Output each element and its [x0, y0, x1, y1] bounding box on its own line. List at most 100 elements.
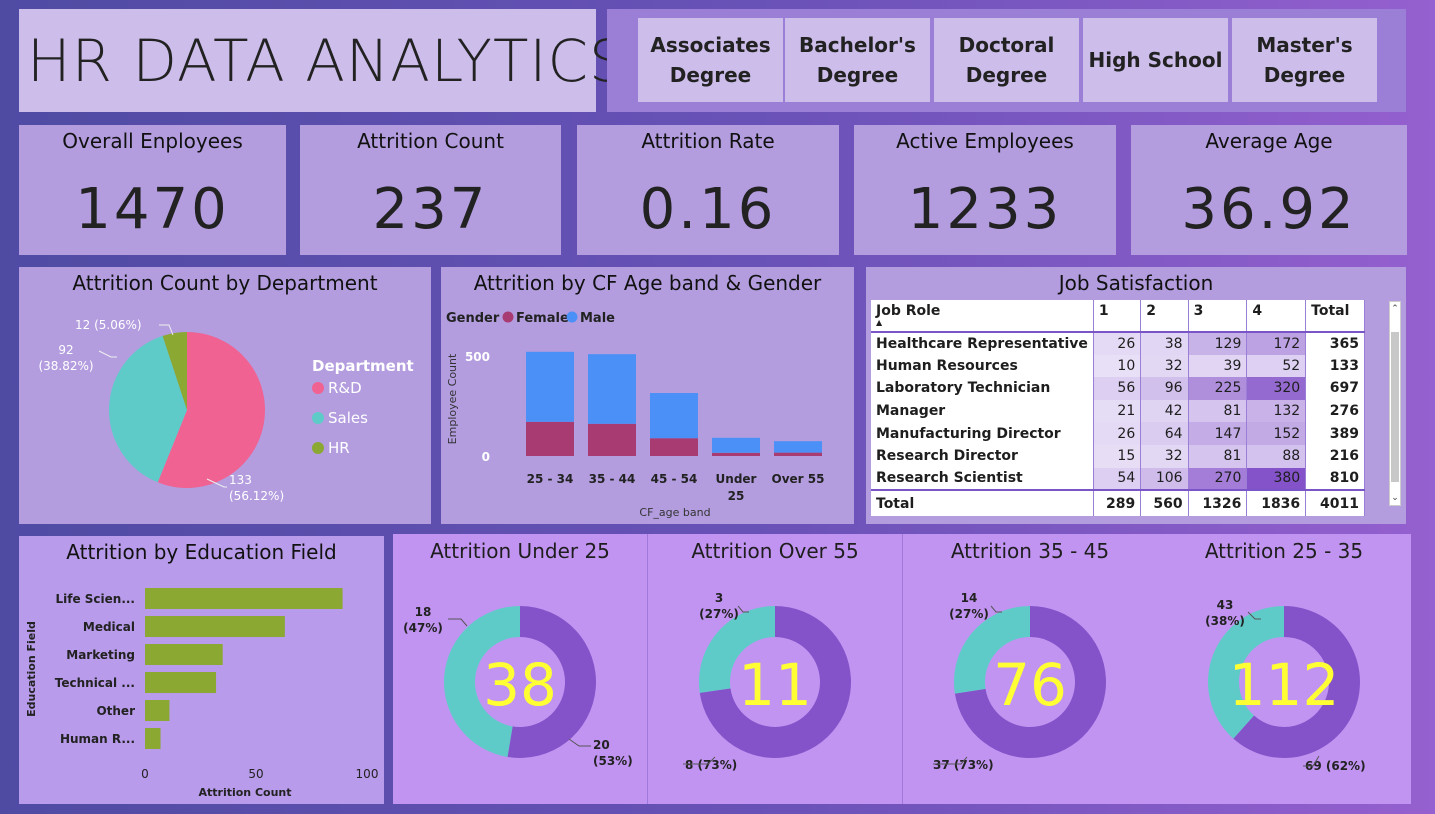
donut-label-primary: 37 (73%): [933, 758, 994, 772]
value-cell: 64: [1140, 422, 1189, 445]
table-total-row: Total 289 560 1326 1836 4011: [871, 489, 1365, 517]
y-tick-label: 500: [465, 350, 490, 364]
value-cell: 21: [1093, 399, 1142, 423]
donut-center-value: 76: [993, 651, 1067, 719]
donut-label-secondary: 14 (27%): [949, 591, 989, 621]
scroll-down-icon[interactable]: ⌄: [1390, 493, 1400, 503]
donut-label-primary: 20 (53%): [593, 738, 633, 768]
scroll-up-icon[interactable]: ⌃: [1390, 304, 1400, 314]
job-role-cell: Human Resources: [871, 354, 1094, 378]
scroll-thumb[interactable]: [1391, 332, 1399, 482]
label-leader-line: [990, 605, 1002, 613]
legend-marker-female: [502, 311, 514, 323]
value-cell: 129: [1188, 332, 1248, 355]
y-axis-label: Employee Count: [446, 353, 459, 444]
title-panel: HR DATA ANALYTICS: [19, 9, 626, 112]
donut-center-value: 112: [1229, 651, 1340, 719]
label-leader-line: [159, 324, 174, 336]
y-tick-label: Technical ...: [55, 676, 135, 690]
value-cell: 26: [1093, 422, 1142, 445]
job-role-cell: Healthcare Representative: [871, 332, 1094, 355]
education-field-panel: Attrition by Education Field Life Scien.…: [19, 536, 384, 804]
value-cell: 38: [1140, 332, 1189, 355]
job-satisfaction-panel: Job Satisfaction Job Role ▲ 1 2 3 4 Total Heal…: [866, 267, 1406, 524]
label-leader-line: [737, 605, 749, 613]
age-gender-panel: Attrition by CF Age band & Gender Gender…: [441, 267, 854, 524]
donut-label-secondary: 18 (47%): [403, 605, 443, 635]
table-row: Manager 21 42 81 132 276: [871, 399, 1365, 423]
slicer-doctoral-degree[interactable]: Doctoral Degree: [933, 17, 1080, 103]
table-header-2[interactable]: 2: [1140, 300, 1189, 332]
kpi-label: Attrition Rate: [641, 129, 775, 153]
legend-label: HR: [328, 439, 350, 457]
education-slicer: Associates Degree Bachelor's Degree Doct…: [607, 9, 1406, 112]
table-title: Job Satisfaction: [1058, 271, 1214, 295]
value-cell: 81: [1188, 444, 1248, 468]
row-total-cell: 697: [1305, 377, 1365, 400]
value-cell: 132: [1246, 399, 1307, 423]
x-tick-label: 25 - 34: [527, 472, 574, 486]
kpi-overall-employees: Overall Enployees 1470: [19, 125, 286, 255]
value-cell: 81: [1188, 399, 1248, 423]
table-row: Human Resources 10 32 39 52 133: [871, 354, 1365, 378]
x-tick-label: 35 - 44: [589, 472, 636, 486]
row-total-cell: 133: [1305, 354, 1365, 378]
kpi-value: 0.16: [639, 177, 777, 242]
kpi-label: Average Age: [1205, 129, 1333, 153]
x-axis-label: Attrition Count: [198, 786, 291, 799]
table-header-4[interactable]: 4: [1246, 300, 1307, 332]
job-role-cell: Research Director: [871, 444, 1094, 468]
value-cell: 42: [1140, 399, 1189, 423]
value-cell: 152: [1246, 422, 1307, 445]
bar-male-2: [650, 393, 698, 439]
value-cell: 172: [1246, 332, 1307, 355]
education-field-bar-chart: Life Scien... Medical Marketing Technical .…: [25, 588, 379, 799]
legend-label: R&D: [328, 379, 362, 397]
table-row: Research Scientist 54 106 270 380 810: [871, 467, 1365, 491]
value-cell: 32: [1140, 444, 1189, 468]
y-tick-label: Marketing: [66, 648, 135, 662]
value-cell: 320: [1246, 377, 1307, 400]
age-gender-bar-chart: Gender Female Male 0 500 Employee Count CF_age…: [446, 311, 824, 519]
x-tick-label: 45 - 54: [651, 472, 698, 486]
value-cell: 380: [1246, 467, 1307, 491]
bar-male-0: [526, 351, 574, 422]
legend-marker-male: [566, 311, 578, 323]
bar-female-3: [712, 452, 760, 456]
donut-center-value: 38: [483, 651, 557, 719]
value-cell: 88: [1246, 444, 1307, 468]
x-tick-label: Under 25: [716, 472, 757, 503]
row-total-cell: 365: [1305, 332, 1365, 355]
edu-bar-4: [145, 700, 170, 721]
value-cell: 32: [1140, 354, 1189, 378]
table-header-0[interactable]: Job Role ▲: [871, 300, 1094, 332]
row-total-cell: 216: [1305, 444, 1365, 468]
department-pie-chart: 133 (56.12%) 92 (38.82%) 12 (5.06%) Departmen…: [38, 318, 414, 503]
legend-marker-0: [312, 382, 324, 394]
bar-female-2: [650, 438, 698, 456]
table-header-3[interactable]: 3: [1188, 300, 1248, 332]
donut-center-value: 11: [738, 651, 812, 719]
total-cell: 1836: [1246, 489, 1307, 517]
table-header-1[interactable]: 1: [1093, 300, 1142, 332]
x-tick-label: 100: [356, 767, 379, 781]
label-leader-line: [98, 350, 117, 358]
slicer-high-school[interactable]: High School: [1082, 17, 1229, 103]
slicer-masters-degree[interactable]: Master's Degree: [1231, 17, 1378, 103]
y-tick-label: Other: [96, 704, 135, 718]
value-cell: 147: [1188, 422, 1248, 445]
total-cell: 1326: [1188, 489, 1248, 517]
slicer-bachelors-degree[interactable]: Bachelor's Degree: [784, 17, 931, 103]
table-row: Laboratory Technician 56 96 225 320 697: [871, 377, 1365, 400]
sort-ascending-icon[interactable]: ▲: [876, 319, 1088, 327]
slicer-associates-degree[interactable]: Associates Degree: [637, 17, 784, 103]
table-scrollbar[interactable]: ⌃ ⌄: [1389, 301, 1401, 506]
y-tick-label: Medical: [83, 620, 135, 634]
kpi-attrition-count: Attrition Count 237: [300, 125, 561, 255]
legend-marker-2: [312, 442, 324, 454]
label-leader-line: [568, 738, 591, 747]
legend-title: Department: [312, 357, 414, 375]
bar-female-1: [588, 423, 636, 456]
value-cell: 225: [1188, 377, 1248, 400]
table-header-5[interactable]: Total: [1305, 300, 1365, 332]
